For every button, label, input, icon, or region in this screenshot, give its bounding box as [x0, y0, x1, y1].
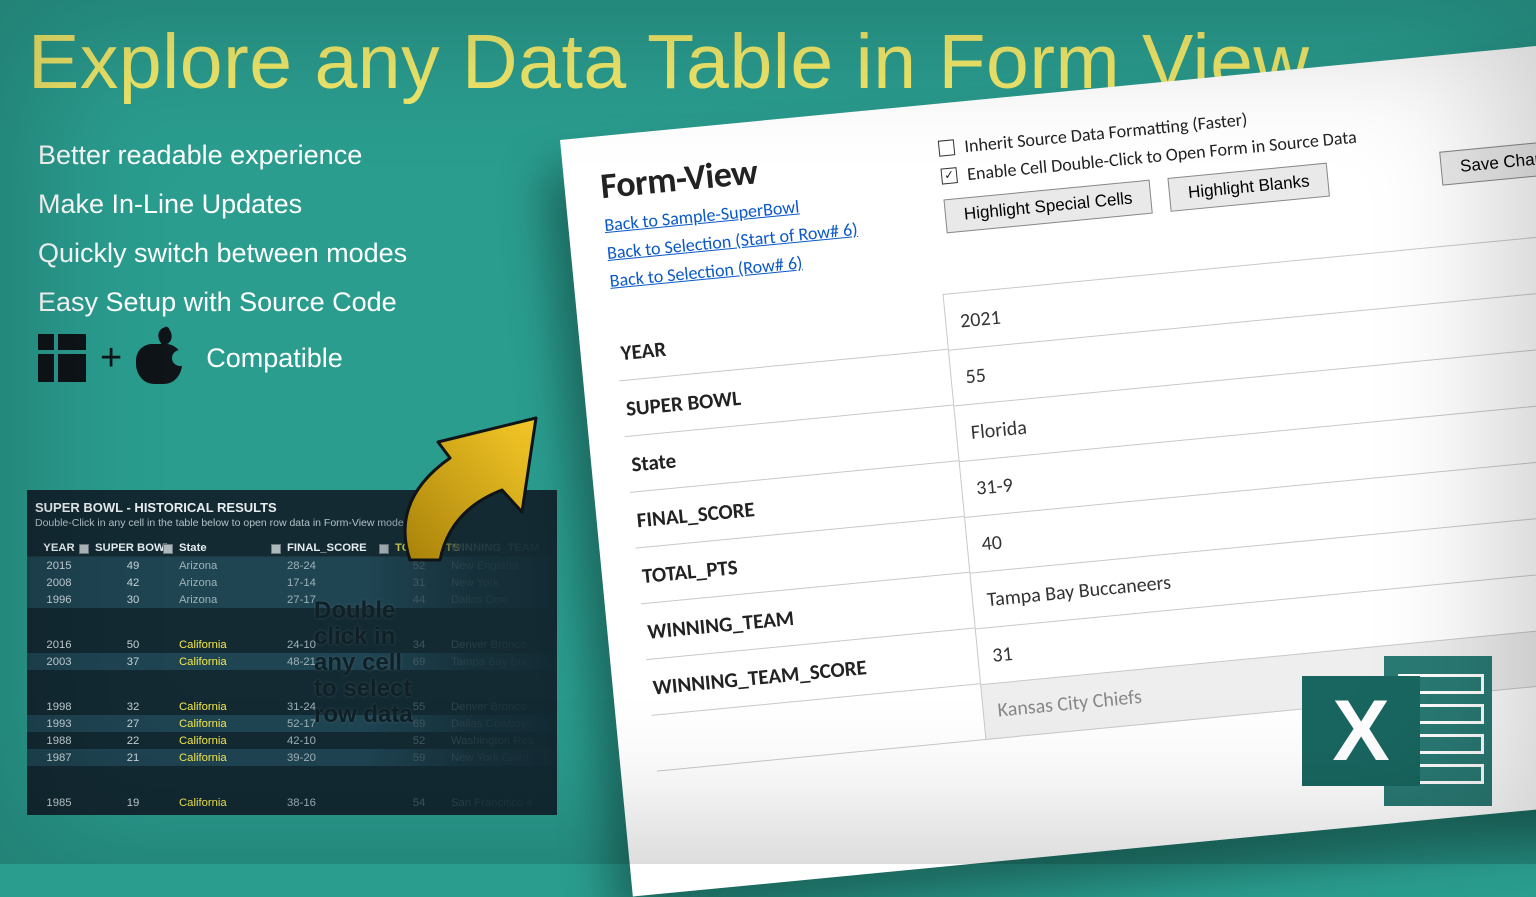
bullet-item: Easy Setup with Source Code: [38, 287, 407, 318]
table-row[interactable]: 199630Arizona27-1744Dallas Cow: [27, 591, 557, 608]
table-row[interactable]: 198519California38-1654San Francisco 4: [27, 794, 557, 811]
bullet-list: Better readable experience Make In-Line …: [38, 140, 407, 336]
filter-dropdown-icon[interactable]: [379, 544, 389, 554]
table-row[interactable]: 198822California42-1052Washington Res: [27, 732, 557, 749]
bullet-item: Quickly switch between modes: [38, 238, 407, 269]
table-row[interactable]: 201650California24-1034Denver Bronco: [27, 636, 557, 653]
table-row[interactable]: 199832California31-2455Denver Bronco: [27, 698, 557, 715]
table-header-row: YEAR SUPER BOWL State FINAL_SCORE TOTAL_…: [27, 539, 557, 557]
table-row[interactable]: 200337California48-2169Tampa Bay Buc: [27, 653, 557, 670]
highlight-blanks-button[interactable]: Highlight Blanks: [1168, 163, 1330, 212]
table-row[interactable]: 198721California39-2059New York Giant: [27, 749, 557, 766]
table-row[interactable]: 201549Arizona28-2452New England: [27, 557, 557, 574]
plus-icon: +: [100, 337, 122, 380]
filter-dropdown-icon[interactable]: [163, 544, 173, 554]
apple-icon: [136, 330, 182, 386]
windows-icon: [38, 334, 86, 382]
table-row[interactable]: 199327California52-1769Dallas Cowboys: [27, 715, 557, 732]
table-title: SUPER BOWL - HISTORICAL RESULTS: [27, 490, 557, 517]
sample-data-table[interactable]: SUPER BOWL - HISTORICAL RESULTS Double-C…: [27, 490, 557, 815]
save-changes-button[interactable]: Save Changes: [1440, 137, 1536, 185]
table-subtitle: Double-Click in any cell in the table be…: [27, 517, 557, 539]
excel-icon: X: [1302, 640, 1492, 820]
compat-label: Compatible: [206, 343, 343, 374]
compat-row: + Compatible: [38, 330, 343, 386]
table-row[interactable]: 200842Arizona17-1431New York: [27, 574, 557, 591]
highlight-special-button[interactable]: Highlight Special Cells: [943, 180, 1152, 234]
bullet-item: Better readable experience: [38, 140, 407, 171]
bullet-item: Make In-Line Updates: [38, 189, 407, 220]
filter-dropdown-icon[interactable]: [79, 544, 89, 554]
filter-dropdown-icon[interactable]: [271, 544, 281, 554]
